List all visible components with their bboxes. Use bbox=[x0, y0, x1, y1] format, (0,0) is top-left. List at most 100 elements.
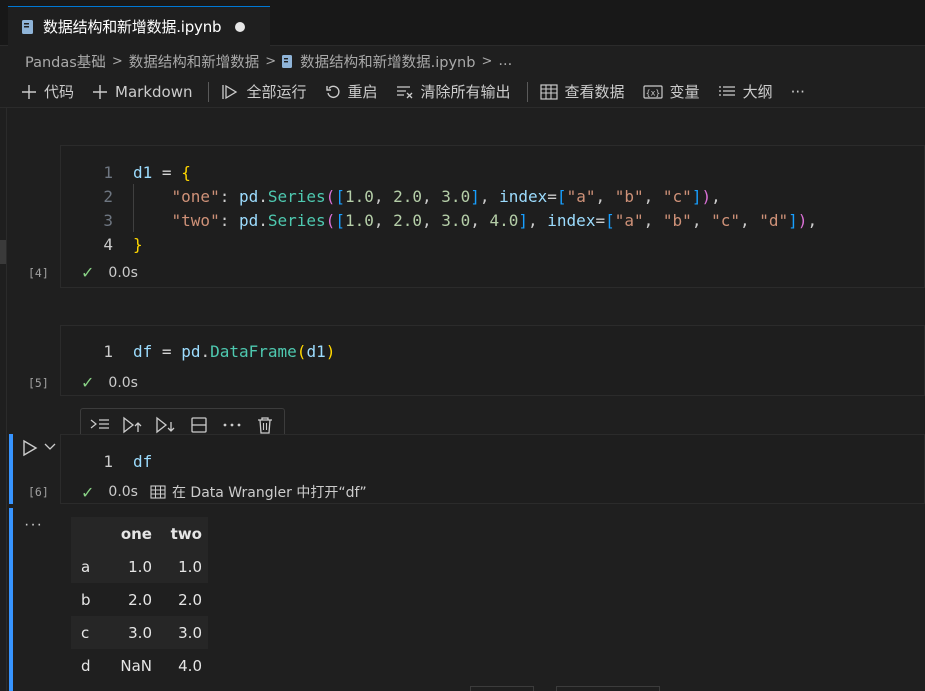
code-line: 1 df = pd.DataFrame(d1) bbox=[61, 339, 924, 363]
toolbar-divider bbox=[526, 81, 528, 102]
breadcrumb-item-file[interactable]: 数据结构和新增数据.ipynb bbox=[300, 51, 475, 72]
run-all-label: 全部运行 bbox=[246, 83, 307, 101]
column-header: one bbox=[120, 524, 152, 543]
table-cell: 4.0 bbox=[178, 656, 202, 675]
table-cell: 3.0 bbox=[178, 623, 202, 642]
output-control-box[interactable] bbox=[556, 686, 660, 691]
view-data-label: 查看数据 bbox=[564, 83, 625, 101]
code-text[interactable]: df = pd.DataFrame(d1) bbox=[133, 342, 335, 361]
cell-status: ✓ 0.0s bbox=[81, 373, 138, 392]
table-cell: 2.0 bbox=[128, 590, 152, 609]
check-icon: ✓ bbox=[81, 373, 95, 392]
tab-title: 数据结构和新增数据.ipynb bbox=[43, 18, 222, 36]
toolbar-divider bbox=[208, 81, 210, 102]
code-cell[interactable]: 1 d1 = { 2 "one": pd.Series([1.0, 2.0, 3… bbox=[28, 145, 925, 288]
data-wrangler-label: 在 Data Wrangler 中打开“df” bbox=[171, 485, 367, 501]
code-line: 1 df bbox=[61, 449, 924, 473]
chevron-right-icon: > bbox=[111, 53, 123, 69]
line-number: 1 bbox=[103, 162, 113, 182]
execution-count: [5] bbox=[28, 376, 49, 390]
add-markdown-cell-button[interactable]: Markdown bbox=[88, 79, 196, 105]
code-cell[interactable]: 1 df = pd.DataFrame(d1) [5] ✓ 0.0s bbox=[28, 325, 925, 396]
variables-icon: {x} bbox=[642, 84, 663, 99]
clear-all-outputs-button[interactable]: 清除所有输出 bbox=[392, 79, 515, 105]
table-header-row: one two bbox=[71, 517, 208, 550]
notebook-file-icon bbox=[22, 19, 33, 34]
execution-time: 0.0s bbox=[108, 484, 138, 500]
gutter-line bbox=[6, 108, 7, 691]
more-actions-label: ··· bbox=[790, 82, 805, 101]
chevron-down-icon bbox=[44, 443, 56, 450]
table-row: b 2.0 2.0 bbox=[71, 583, 208, 616]
code-text[interactable]: "two": pd.Series([1.0, 2.0, 3.0, 4.0], i… bbox=[133, 211, 818, 230]
code-cell[interactable]: 1 df [6] ✓ 0.0s 在 Data Wrangler 中打开“df” bbox=[28, 434, 925, 504]
scroll-indicator bbox=[0, 240, 6, 264]
code-line: 3 "two": pd.Series([1.0, 2.0, 3.0, 4.0],… bbox=[61, 208, 924, 232]
more-actions-button[interactable]: ··· bbox=[787, 79, 809, 105]
breadcrumb-item-folder[interactable]: Pandas基础 bbox=[25, 51, 106, 72]
execution-time: 0.0s bbox=[108, 264, 138, 281]
variables-label: 变量 bbox=[669, 83, 700, 101]
notebook-tab[interactable]: 数据结构和新增数据.ipynb bbox=[8, 6, 270, 46]
outline-icon bbox=[718, 85, 735, 96]
row-index: c bbox=[81, 623, 90, 642]
cell-status: ✓ 0.0s bbox=[81, 263, 138, 282]
outline-button[interactable]: 大纲 bbox=[714, 79, 777, 105]
run-options-dropdown[interactable] bbox=[43, 440, 57, 454]
row-index: d bbox=[81, 656, 91, 675]
code-line: 4 } bbox=[61, 232, 924, 256]
line-number: 3 bbox=[103, 210, 113, 230]
row-index: a bbox=[81, 557, 91, 576]
dataframe-output-table: one two a 1.0 1.0 b 2.0 2.0 c 3.0 3.0 d … bbox=[71, 517, 208, 682]
notebook-toolbar: 代码 Markdown 全部运行 重启 清除所有输出 查看数据 {x} 变量 大… bbox=[0, 76, 925, 108]
run-cell-button[interactable] bbox=[20, 438, 40, 458]
code-text[interactable]: d1 = { bbox=[133, 163, 191, 182]
open-in-data-wrangler-link[interactable]: 在 Data Wrangler 中打开“df” bbox=[150, 482, 367, 502]
trash-icon bbox=[257, 417, 272, 434]
unsaved-dot-icon[interactable] bbox=[235, 21, 246, 32]
table-icon bbox=[150, 485, 166, 499]
output-more-actions[interactable]: ··· bbox=[24, 516, 43, 534]
check-icon: ✓ bbox=[81, 482, 95, 502]
clear-outputs-icon bbox=[396, 85, 412, 98]
execution-count: [6] bbox=[28, 485, 49, 499]
focused-cell-indicator bbox=[9, 434, 13, 504]
variables-button[interactable]: {x} 变量 bbox=[639, 79, 704, 105]
column-header: two bbox=[170, 524, 202, 543]
table-row: a 1.0 1.0 bbox=[71, 550, 208, 583]
restart-label: 重启 bbox=[347, 83, 378, 101]
chevron-right-icon: > bbox=[481, 53, 493, 69]
chevron-right-icon: > bbox=[265, 53, 277, 69]
breadcrumb: Pandas基础 > 数据结构和新增数据 > 数据结构和新增数据.ipynb >… bbox=[0, 46, 925, 76]
breadcrumb-item-more[interactable]: ... bbox=[498, 53, 512, 69]
table-row: c 3.0 3.0 bbox=[71, 616, 208, 649]
add-code-cell-button[interactable]: 代码 bbox=[17, 79, 78, 105]
run-below-icon bbox=[156, 416, 175, 434]
restart-button[interactable]: 重启 bbox=[321, 79, 382, 105]
code-line: 2 "one": pd.Series([1.0, 2.0, 3.0], inde… bbox=[61, 184, 924, 208]
output-control-box[interactable] bbox=[470, 686, 534, 691]
run-above-icon bbox=[123, 416, 142, 434]
table-cell: 3.0 bbox=[128, 623, 152, 642]
output-focus-indicator bbox=[9, 508, 13, 691]
code-text[interactable]: } bbox=[133, 235, 143, 254]
table-cell: 1.0 bbox=[128, 557, 152, 576]
add-markdown-label: Markdown bbox=[115, 82, 193, 101]
table-cell: 1.0 bbox=[178, 557, 202, 576]
outline-label: 大纲 bbox=[742, 83, 773, 101]
code-text[interactable]: "one": pd.Series([1.0, 2.0, 3.0], index=… bbox=[133, 187, 721, 206]
play-icon bbox=[23, 439, 38, 457]
table-cell: 2.0 bbox=[178, 590, 202, 609]
breadcrumb-item-subfolder[interactable]: 数据结构和新增数据 bbox=[129, 51, 260, 72]
view-data-button[interactable]: 查看数据 bbox=[536, 79, 629, 105]
check-icon: ✓ bbox=[81, 263, 95, 282]
editor-tab-bar: 数据结构和新增数据.ipynb bbox=[0, 0, 925, 46]
clear-outputs-label: 清除所有输出 bbox=[420, 83, 511, 101]
line-number: 1 bbox=[103, 451, 113, 471]
line-number: 1 bbox=[103, 341, 113, 361]
plus-icon bbox=[93, 84, 108, 99]
table-row: d NaN 4.0 bbox=[71, 649, 208, 682]
run-all-button[interactable]: 全部运行 bbox=[217, 79, 310, 105]
code-line: 1 d1 = { bbox=[61, 160, 924, 184]
code-text[interactable]: df bbox=[133, 452, 152, 471]
